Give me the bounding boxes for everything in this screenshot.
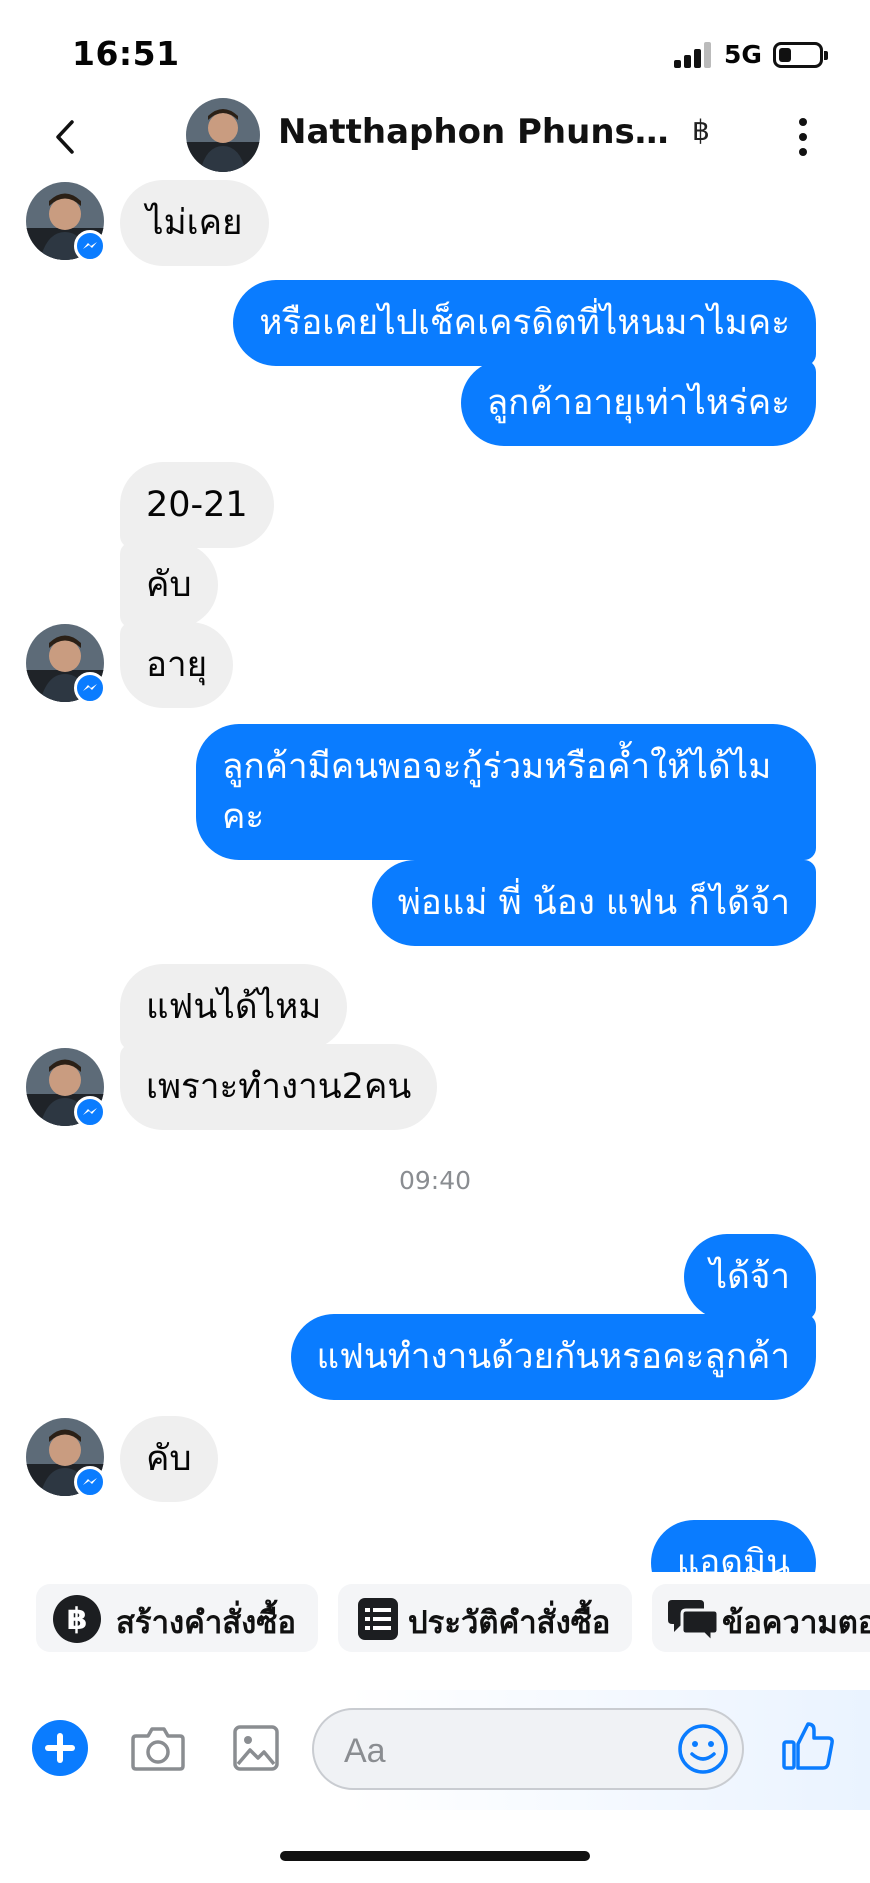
saved-replies-label: ข้อความตอ bbox=[722, 1605, 870, 1641]
baht-circle-icon: ฿ bbox=[53, 1595, 101, 1643]
shop-baht-icon: ฿ bbox=[692, 114, 710, 147]
camera-button[interactable] bbox=[128, 1718, 188, 1778]
chat-header: Natthaphon Phunsa... ฿ bbox=[0, 92, 870, 184]
message-outgoing[interactable]: แอดมิน bbox=[650, 1520, 816, 1572]
gallery-button[interactable] bbox=[226, 1718, 286, 1778]
message-timestamp: 09:40 bbox=[398, 1166, 472, 1195]
network-type: 5G bbox=[724, 40, 762, 69]
sender-avatar bbox=[26, 1418, 106, 1498]
messenger-badge-icon bbox=[74, 1096, 106, 1128]
saved-replies-icon bbox=[668, 1600, 720, 1644]
order-list-icon bbox=[358, 1598, 398, 1640]
message-outgoing[interactable]: ลูกค้ามีคนพอจะกู้ร่วมหรือค้ำให้ได้ไมคะ bbox=[196, 724, 816, 860]
message-composer bbox=[0, 1690, 870, 1810]
sender-avatar bbox=[26, 624, 106, 704]
sender-avatar bbox=[26, 182, 106, 262]
contact-avatar[interactable] bbox=[186, 98, 260, 172]
back-button[interactable] bbox=[40, 112, 90, 162]
more-options-button[interactable] bbox=[788, 112, 818, 162]
message-outgoing[interactable]: ลูกค้าอายุเท่าไหร่คะ bbox=[460, 360, 816, 446]
quick-actions-bar: ฿ สร้างคำสั่งซื้อ ประวัติคำสั่งซื้อ ข้อค… bbox=[0, 1584, 870, 1656]
order-history-button[interactable]: ประวัติคำสั่งซื้อ bbox=[338, 1584, 632, 1652]
message-outgoing[interactable]: หรือเคยไปเช็คเครดิตที่ไหนมาไมคะ bbox=[233, 280, 816, 366]
emoji-button[interactable] bbox=[676, 1722, 730, 1776]
message-incoming[interactable]: 20-21 bbox=[120, 462, 274, 548]
messenger-badge-icon bbox=[74, 672, 106, 704]
message-thread[interactable]: ไม่เคย หรือเคยไปเช็คเครดิตที่ไหนมาไมคะ ล… bbox=[0, 180, 870, 1572]
message-incoming[interactable]: อายุ bbox=[120, 622, 234, 708]
message-outgoing[interactable]: แฟนทำงานด้วยกันหรอคะลูกค้า bbox=[290, 1314, 816, 1400]
message-incoming[interactable]: คับ bbox=[120, 542, 218, 628]
home-indicator[interactable] bbox=[280, 1851, 590, 1861]
plus-circle-icon bbox=[32, 1720, 88, 1776]
messenger-badge-icon bbox=[74, 230, 106, 262]
create-order-button[interactable]: ฿ สร้างคำสั่งซื้อ bbox=[36, 1584, 318, 1652]
image-icon bbox=[233, 1725, 279, 1771]
camera-icon bbox=[131, 1727, 185, 1771]
contact-name[interactable]: Natthaphon Phunsa... bbox=[278, 112, 678, 152]
message-outgoing[interactable]: ได้จ้า bbox=[683, 1234, 816, 1320]
chevron-left-icon bbox=[56, 120, 74, 154]
message-outgoing[interactable]: พ่อแม่ พี่ น้อง แฟน ก็ได้จ้า bbox=[371, 860, 816, 946]
message-input[interactable] bbox=[344, 1730, 644, 1772]
svg-text:฿: ฿ bbox=[67, 1602, 88, 1637]
message-incoming[interactable]: แฟนได้ไหม bbox=[120, 964, 348, 1050]
message-incoming[interactable]: คับ bbox=[120, 1416, 218, 1502]
saved-replies-button[interactable]: ข้อความตอ bbox=[652, 1584, 870, 1652]
message-incoming[interactable]: เพราะทำงาน2คน bbox=[120, 1044, 438, 1130]
thumbs-up-icon bbox=[782, 1722, 834, 1770]
message-input-container[interactable] bbox=[312, 1708, 744, 1790]
battery-icon bbox=[773, 42, 828, 68]
smiley-icon bbox=[678, 1724, 728, 1774]
add-button[interactable] bbox=[30, 1718, 90, 1778]
message-incoming[interactable]: ไม่เคย bbox=[120, 180, 269, 266]
status-time: 16:51 bbox=[72, 34, 180, 73]
like-button[interactable] bbox=[778, 1716, 838, 1776]
sender-avatar bbox=[26, 1048, 106, 1128]
signal-icon bbox=[674, 42, 712, 68]
create-order-label: สร้างคำสั่งซื้อ bbox=[116, 1605, 296, 1641]
messenger-badge-icon bbox=[74, 1466, 106, 1498]
order-history-label: ประวัติคำสั่งซื้อ bbox=[408, 1605, 611, 1641]
